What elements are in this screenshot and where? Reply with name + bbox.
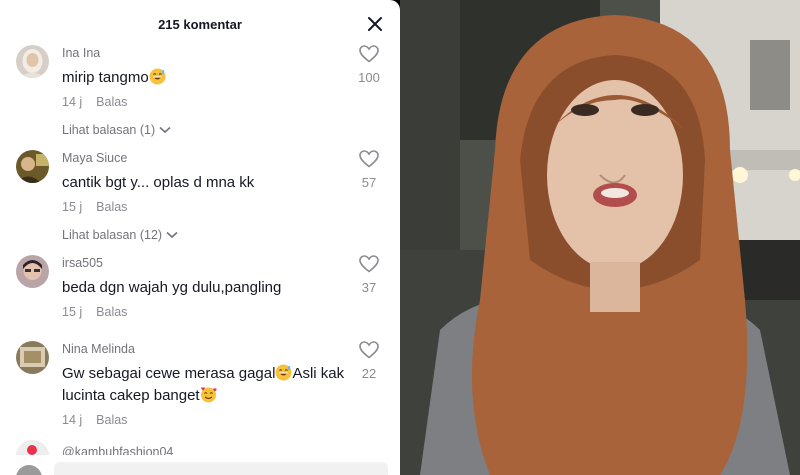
like-button[interactable]: 57 [354, 150, 384, 190]
like-count: 100 [358, 70, 380, 85]
comment-meta: 14 j Balas [62, 413, 352, 427]
reply-button[interactable]: Balas [96, 200, 127, 214]
view-replies-label: Lihat balasan (1) [62, 123, 156, 137]
avatar[interactable] [16, 255, 49, 288]
video-person [420, 15, 790, 475]
comment-meta: 15 j Balas [62, 200, 352, 214]
comments-panel: 215 komentar Ina Ina mirip tangmo 14 j B… [0, 0, 400, 475]
chevron-down-icon [159, 126, 171, 134]
comment-time: 15 j [62, 200, 83, 214]
heart-icon [359, 255, 379, 273]
like-count: 22 [361, 366, 377, 381]
comment-time: 15 j [62, 305, 83, 319]
reply-button[interactable]: Balas [96, 305, 127, 319]
comment-text-content: mirip tangmo [62, 69, 149, 86]
view-replies-button[interactable]: Lihat balasan (1) [62, 123, 352, 137]
like-button[interactable]: 22 [354, 341, 384, 381]
video-player[interactable] [400, 0, 800, 475]
current-user-avatar [16, 465, 42, 475]
like-count: 37 [361, 280, 377, 295]
grinning-sweat-emoji-icon [149, 68, 166, 85]
comment-text: cantik bgt y... oplas d mna kk [62, 174, 255, 191]
comment-meta: 14 j Balas [62, 95, 352, 109]
heart-icon [359, 150, 379, 168]
comment-text: beda dgn wajah yg dulu,pangling [62, 279, 282, 296]
reply-button[interactable]: Balas [96, 413, 127, 427]
smiling-hearts-emoji-icon [200, 386, 217, 403]
heart-icon [359, 341, 379, 359]
comment-input-bar [0, 455, 400, 475]
view-replies-button[interactable]: Lihat balasan (12) [62, 228, 352, 242]
like-button[interactable]: 100 [354, 45, 384, 85]
comment-username[interactable]: Nina Melinda [62, 341, 352, 357]
close-icon[interactable] [366, 15, 384, 33]
comment-text: Gw sebagai cewe merasa gagal Asli kak luc… [62, 363, 352, 407]
like-count: 57 [361, 175, 377, 190]
avatar[interactable] [16, 341, 49, 374]
avatar[interactable] [16, 45, 49, 78]
like-button[interactable]: 37 [354, 255, 384, 295]
comment-username[interactable]: Ina Ina [62, 45, 352, 61]
comment-text-part: lucinta cakep banget [62, 387, 200, 404]
comment-meta: 15 j Balas [62, 305, 352, 319]
comment-text-part: Asli kak [292, 365, 345, 382]
comment-text: mirip tangmo [62, 67, 352, 89]
avatar[interactable] [16, 150, 49, 183]
heart-icon [359, 45, 379, 63]
comment-count-title: 215 komentar [158, 16, 242, 32]
comment-username[interactable]: irsa505 [62, 255, 352, 271]
grinning-sweat-emoji-icon [275, 364, 292, 381]
chevron-down-icon [166, 231, 178, 239]
comment-input[interactable] [54, 462, 388, 475]
view-replies-label: Lihat balasan (12) [62, 228, 163, 242]
comment-time: 14 j [62, 95, 83, 109]
comments-header: 215 komentar [0, 0, 400, 48]
comment-username[interactable]: Maya Siuce [62, 150, 352, 166]
reply-button[interactable]: Balas [96, 95, 127, 109]
comment-time: 14 j [62, 413, 83, 427]
comment-text-part: Gw sebagai cewe merasa gagal [62, 365, 276, 382]
